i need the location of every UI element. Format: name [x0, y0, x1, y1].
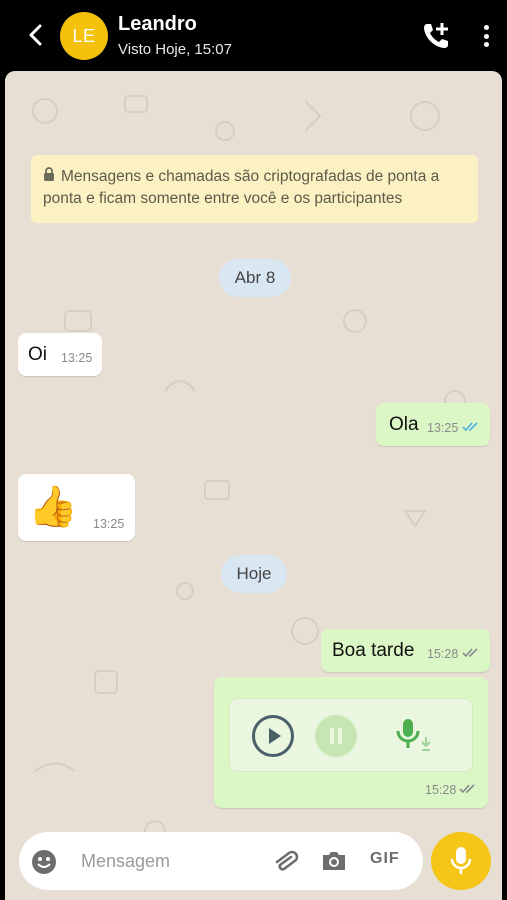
- lock-icon: [44, 167, 54, 181]
- camera-icon[interactable]: [320, 849, 348, 873]
- delivered-ticks-icon: [459, 784, 475, 794]
- message-bubble-incoming[interactable]: 👍 13:25: [18, 474, 135, 541]
- avatar[interactable]: LE: [60, 12, 108, 60]
- mic-download-icon[interactable]: [395, 717, 435, 755]
- date-separator: Hoje: [221, 555, 287, 593]
- message-text: Ola: [389, 414, 419, 435]
- message-time: 15:28: [425, 783, 457, 797]
- delivered-ticks-icon: [462, 648, 478, 658]
- message-input[interactable]: Mensagem: [81, 851, 170, 872]
- voice-message-bubble[interactable]: 15:28: [214, 677, 488, 808]
- back-arrow-icon[interactable]: [20, 20, 50, 50]
- encryption-notice[interactable]: Mensagens e chamadas são criptografadas …: [31, 155, 478, 223]
- message-bubble-outgoing[interactable]: Boa tarde 15:28: [321, 629, 490, 672]
- chat-area[interactable]: Mensagens e chamadas são criptografadas …: [5, 71, 502, 900]
- chat-header: LE Leandro Visto Hoje, 15:07: [0, 0, 507, 71]
- emoji-icon[interactable]: [31, 849, 57, 875]
- attach-icon[interactable]: [273, 848, 303, 874]
- pause-button[interactable]: [315, 715, 357, 757]
- message-time: 15:28: [427, 647, 459, 661]
- message-text: Boa tarde: [332, 640, 415, 661]
- message-time: 13:25: [93, 517, 125, 531]
- avatar-initials: LE: [72, 25, 96, 46]
- play-icon: [269, 728, 281, 744]
- date-separator: Abr 8: [219, 259, 291, 297]
- voice-player: [229, 698, 473, 772]
- more-vert-icon[interactable]: [476, 22, 496, 50]
- message-text: Oi: [28, 344, 47, 365]
- add-call-icon[interactable]: [420, 20, 452, 52]
- message-composer[interactable]: Mensagem GIF: [19, 832, 423, 890]
- encryption-notice-text: Mensagens e chamadas são criptografadas …: [43, 168, 440, 207]
- message-bubble-incoming[interactable]: Oi 13:25: [18, 333, 102, 376]
- mic-icon: [450, 847, 472, 874]
- message-time: 13:25: [427, 421, 459, 435]
- message-time: 13:25: [61, 351, 93, 365]
- pause-icon: [330, 728, 342, 744]
- message-bubble-outgoing[interactable]: Ola 13:25: [376, 403, 490, 446]
- voice-record-button[interactable]: [431, 832, 491, 890]
- play-button[interactable]: [252, 715, 294, 757]
- contact-name[interactable]: Leandro: [118, 13, 197, 36]
- last-seen-status: Visto Hoje, 15:07: [118, 41, 232, 58]
- read-ticks-icon: [462, 422, 478, 432]
- thumbs-up-emoji: 👍: [28, 485, 78, 529]
- gif-button[interactable]: GIF: [370, 850, 400, 868]
